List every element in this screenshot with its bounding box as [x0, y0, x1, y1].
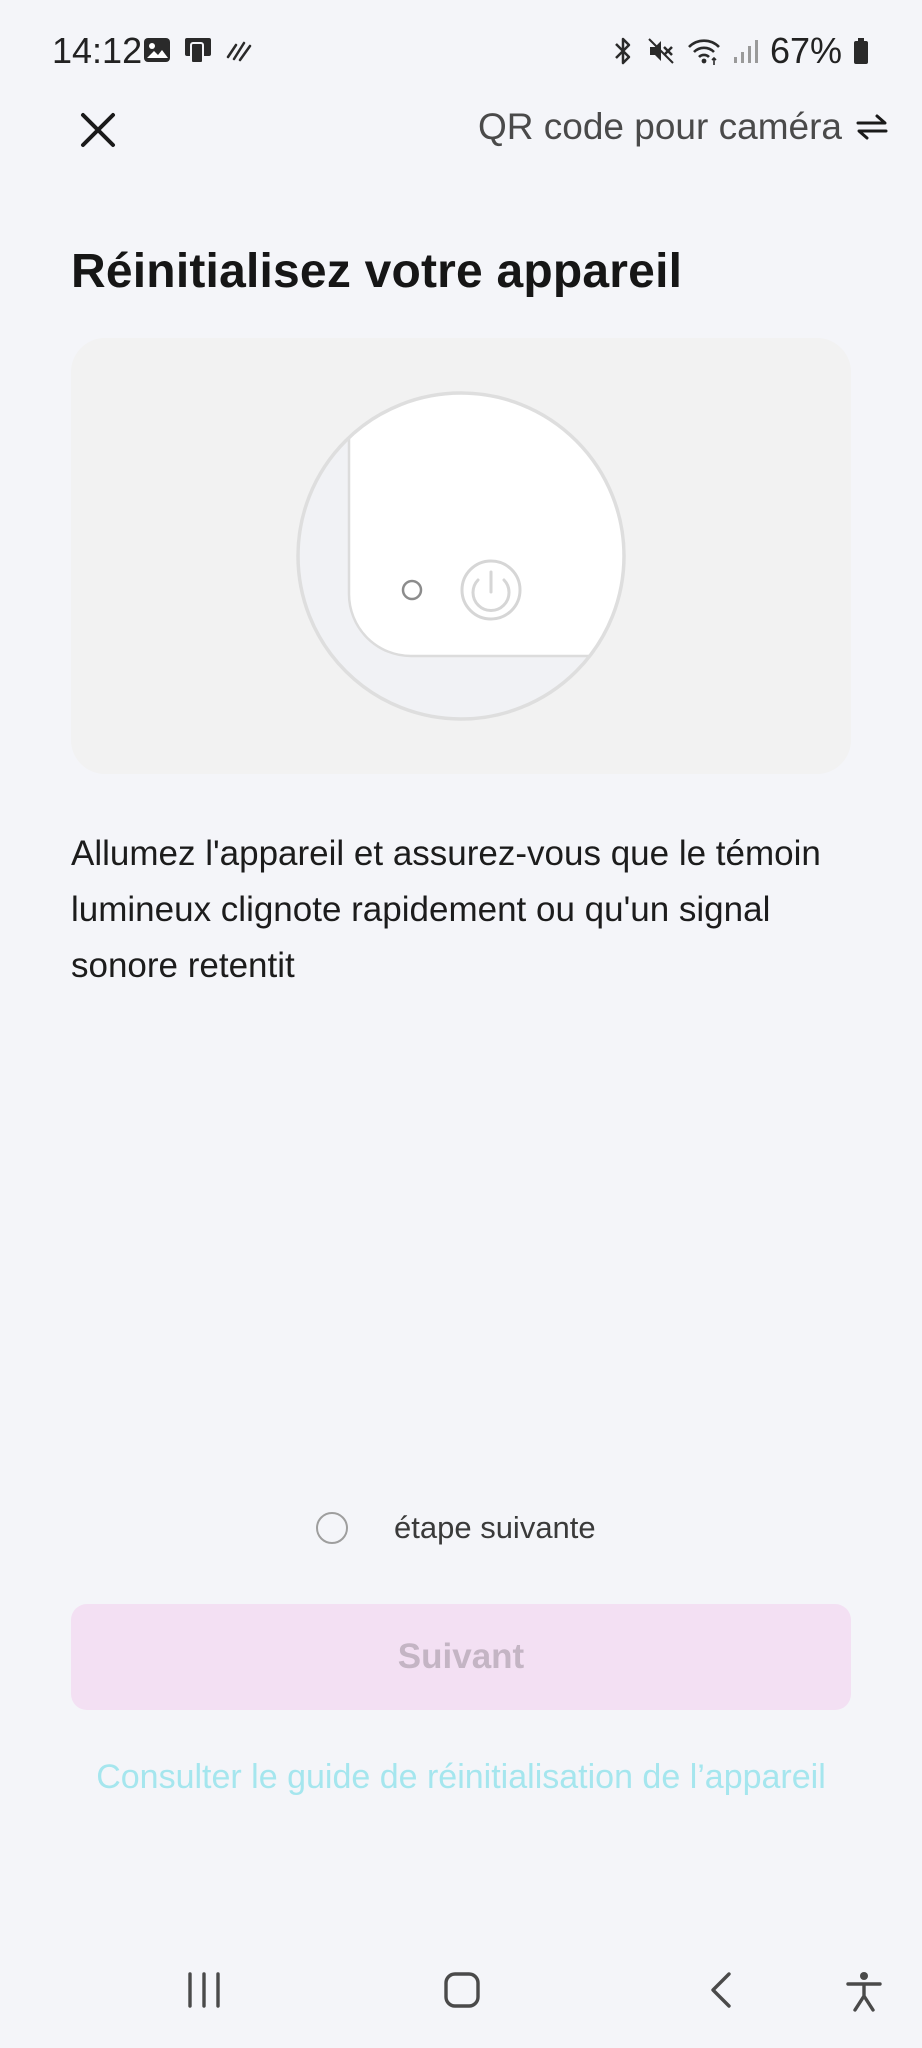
recent-apps-icon	[188, 1972, 220, 2008]
gallery-icon	[142, 35, 172, 65]
status-left-icons	[142, 34, 254, 66]
mute-icon	[646, 36, 676, 66]
accessibility-button[interactable]	[844, 1970, 884, 2014]
wifi-icon	[686, 36, 722, 66]
close-icon	[81, 113, 115, 147]
reset-illustration-card	[71, 338, 851, 774]
screen-mirror-icon	[182, 34, 214, 66]
signal-icon	[732, 37, 760, 65]
system-nav-bar	[0, 1940, 922, 2048]
qr-code-mode-label: QR code pour caméra	[477, 106, 842, 147]
back-button[interactable]	[705, 1970, 737, 2010]
home-button[interactable]	[442, 1970, 482, 2010]
reset-guide-link[interactable]: Consulter le guide de réinitialisation d…	[0, 1758, 922, 1797]
status-right-icons: 67%	[610, 30, 870, 72]
status-time: 14:12	[52, 30, 143, 71]
accessibility-icon	[846, 1972, 882, 2012]
home-icon	[444, 1972, 480, 2008]
back-icon	[711, 1972, 731, 2008]
next-button[interactable]: Suivant	[71, 1604, 851, 1710]
device-reset-illustration	[296, 391, 626, 721]
bluetooth-icon	[610, 35, 636, 67]
page-title: Réinitialisez votre appareil	[71, 245, 683, 298]
battery-percent: 67%	[769, 30, 842, 71]
recent-apps-button[interactable]	[186, 1970, 222, 2010]
qr-code-mode-switch[interactable]: QR code pour caméra	[478, 106, 888, 148]
reset-instructions: Allumez l'appareil et assurez-vous que l…	[71, 834, 821, 985]
nfc-icon	[224, 35, 254, 65]
confirm-radio[interactable]	[316, 1512, 348, 1544]
next-step-confirm[interactable]: étape suivante	[316, 1510, 596, 1546]
swap-arrows-icon	[856, 114, 888, 140]
battery-icon	[852, 36, 870, 66]
status-bar: 14:12 67%	[0, 0, 922, 104]
confirm-label: étape suivante	[394, 1510, 596, 1545]
close-button[interactable]	[72, 104, 124, 156]
